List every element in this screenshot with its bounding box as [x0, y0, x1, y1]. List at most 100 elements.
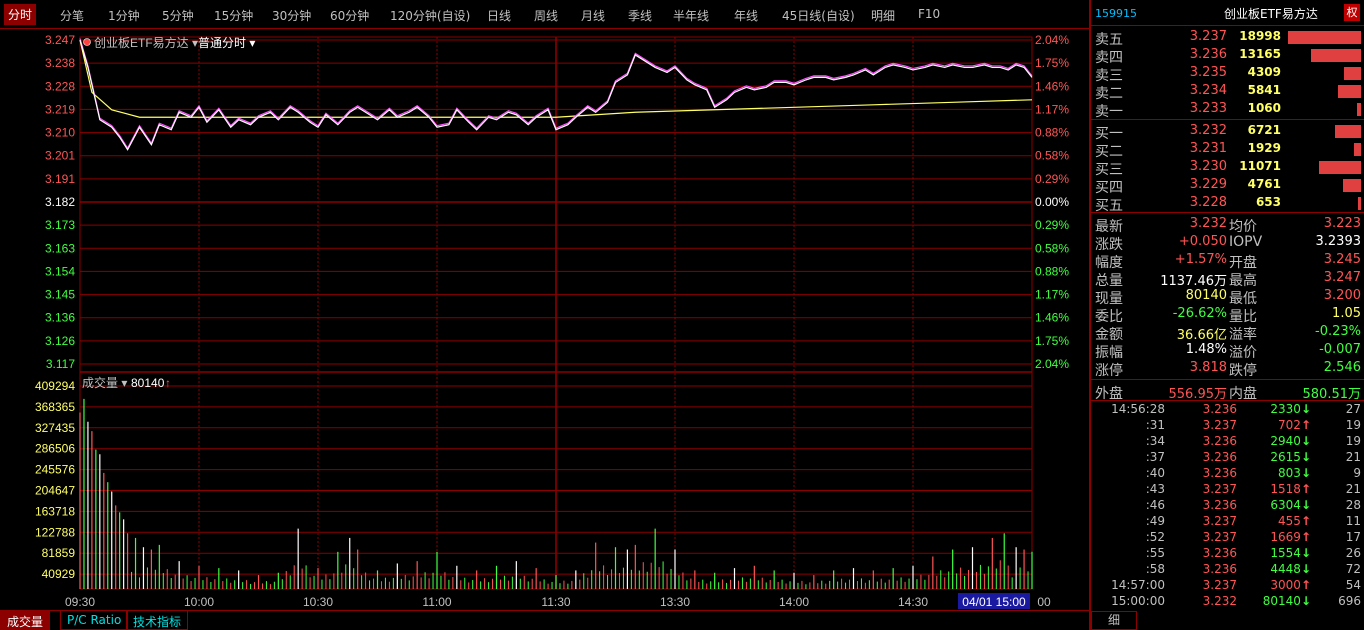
tab-2[interactable]: 1分钟 [108, 7, 140, 24]
buy-level-2[interactable]: 买三 3.230 11071 [1091, 158, 1364, 178]
sell-level-1[interactable]: 卖四 3.236 13165 [1091, 46, 1364, 66]
pct-tick-label: 1.46% [1035, 79, 1069, 93]
buy-volume: 4761 [1247, 177, 1281, 191]
tab-12[interactable]: 半年线 [673, 7, 709, 24]
tick-volume-number: 80140 [1262, 594, 1301, 608]
period-tabbar: 分时 分笔 1分钟 5分钟 15分钟 30分钟 60分钟 120分钟(自设) 日线 周线 月线 季线 半… [0, 0, 1089, 29]
tick-volume: 2330↓ [1241, 402, 1311, 416]
tick-volume: 1518↑ [1241, 482, 1311, 496]
rights-badge[interactable]: 权 [1344, 4, 1360, 21]
indicator-tab-0[interactable]: 成交量 [0, 611, 51, 630]
buy-level-3[interactable]: 买四 3.229 4761 [1091, 176, 1364, 196]
chart-mode: 普通分时 ▾ [198, 36, 255, 50]
tick-row[interactable]: :40 3.236 803↓ 9 [1091, 466, 1364, 482]
pct-tick-label: 1.75% [1035, 334, 1069, 348]
volume-tick-label: 81859 [42, 546, 76, 560]
tick-row[interactable]: :55 3.236 1554↓ 26 [1091, 546, 1364, 562]
quote-value-2: 3.200 [1323, 288, 1361, 303]
tick-row[interactable]: 15:00:00 3.232 80140↓ 696 [1091, 594, 1364, 610]
buy-price: 3.231 [1189, 141, 1227, 156]
tab-7[interactable]: 120分钟(自设) [390, 7, 470, 24]
tick-price: 3.236 [1202, 498, 1237, 512]
tick-row[interactable]: :49 3.237 455↑ 11 [1091, 514, 1364, 530]
tick-row[interactable]: 14:57:00 3.237 3000↑ 54 [1091, 578, 1364, 594]
tick-row[interactable]: :46 3.236 6304↓ 28 [1091, 498, 1364, 514]
quote-row: 幅度 +1.57% 开盘 3.245 [1091, 251, 1364, 271]
up-arrow-icon: ↑ [165, 376, 171, 390]
quote-separator [1091, 379, 1364, 380]
buy-level-1[interactable]: 买二 3.231 1929 [1091, 140, 1364, 160]
pct-tick-label: 1.17% [1035, 288, 1069, 302]
indicator-tab-1[interactable]: P/C Ratio [60, 611, 129, 630]
price-tick-label: 3.126 [45, 334, 75, 348]
tick-volume-number: 2330 [1270, 402, 1301, 416]
tab-8[interactable]: 日线 [487, 7, 511, 24]
buy-depth-bar [1318, 161, 1361, 174]
tab-4[interactable]: 15分钟 [214, 7, 253, 24]
price-tick-label: 3.201 [45, 149, 75, 163]
tab-1[interactable]: 分笔 [60, 7, 84, 24]
tick-count: 72 [1345, 562, 1361, 576]
buy-volume: 653 [1255, 195, 1281, 209]
price-tick-label: 3.145 [45, 288, 75, 302]
tab-13[interactable]: 年线 [734, 7, 758, 24]
tab-11[interactable]: 季线 [628, 7, 652, 24]
detail-tab[interactable]: 细 [1091, 611, 1137, 630]
tick-row[interactable]: :58 3.236 4448↓ 72 [1091, 562, 1364, 578]
volume-tick-label: 327435 [35, 421, 75, 435]
sell-depth-bar [1356, 103, 1361, 116]
tick-count: 28 [1345, 498, 1361, 512]
tick-row[interactable]: :37 3.236 2615↓ 21 [1091, 450, 1364, 466]
buy-price: 3.228 [1189, 195, 1227, 210]
tick-row[interactable]: 14:56:28 3.236 2330↓ 27 [1091, 402, 1364, 418]
sell-price: 3.234 [1189, 83, 1227, 98]
intraday-chart[interactable]: 3.247 2.04% 3.238 1.75% 3.228 1.46% 3.219 1.17%… [0, 29, 1089, 609]
sell-level-4[interactable]: 卖一 3.233 1060 [1091, 100, 1364, 120]
buy-depth-bar [1358, 197, 1361, 210]
tab-5[interactable]: 30分钟 [272, 7, 311, 24]
tab-16[interactable]: F10 [918, 7, 940, 21]
tick-volume: 1669↑ [1241, 530, 1311, 544]
quote-value: +1.57% [1174, 252, 1227, 267]
price-tick-label: 3.210 [45, 126, 75, 140]
sell-level-2[interactable]: 卖三 3.235 4309 [1091, 64, 1364, 84]
time-tick-label: 13:30 [660, 595, 690, 609]
sell-level-3[interactable]: 卖二 3.234 5841 [1091, 82, 1364, 102]
tick-row[interactable]: :34 3.236 2940↓ 19 [1091, 434, 1364, 450]
time-tick-label: 11:30 [541, 595, 570, 609]
tick-row[interactable]: :52 3.237 1669↑ 17 [1091, 530, 1364, 546]
buy-depth-bar [1342, 179, 1361, 192]
pct-tick-label: 1.17% [1035, 102, 1069, 116]
chart-canvas[interactable]: 3.247 2.04% 3.238 1.75% 3.228 1.46% 3.219 1.17%… [0, 29, 1089, 609]
pct-tick-label: 0.58% [1035, 241, 1069, 255]
tab-10[interactable]: 月线 [581, 7, 605, 24]
quote-row: 现量 80140 最低 3.200 [1091, 287, 1364, 307]
tab-3[interactable]: 5分钟 [162, 7, 194, 24]
tick-time: 15:00:00 [1111, 594, 1165, 608]
tab-15[interactable]: 明细 [871, 7, 895, 24]
sell-volume: 18998 [1239, 29, 1281, 43]
pct-tick-label: 0.29% [1035, 218, 1069, 232]
tick-price: 3.236 [1202, 562, 1237, 576]
indicator-tab-2[interactable]: 技术指标 [126, 611, 189, 630]
tab-6[interactable]: 60分钟 [330, 7, 369, 24]
tab-0[interactable]: 分时 [4, 4, 37, 25]
tick-row[interactable]: :43 3.237 1518↑ 21 [1091, 482, 1364, 498]
series-dot-icon [83, 38, 91, 46]
quote-value-2: 3.247 [1323, 270, 1361, 285]
time-tick-label: 10:00 [184, 595, 214, 609]
buy-level-4[interactable]: 买五 3.228 653 [1091, 194, 1364, 214]
tab-14[interactable]: 45日线(自设) [782, 7, 855, 24]
quote-key-2: IOPV [1229, 234, 1263, 250]
sell-level-0[interactable]: 卖五 3.237 18998 [1091, 28, 1364, 48]
tick-time: :34 [1145, 434, 1165, 448]
tick-volume-number: 455 [1278, 514, 1301, 528]
price-tick-label: 3.228 [45, 79, 75, 93]
quote-value-2: -0.23% [1315, 324, 1361, 339]
down-arrow-icon: ↓ [1300, 434, 1311, 448]
buy-level-0[interactable]: 买一 3.232 6721 [1091, 122, 1364, 142]
tick-volume: 6304↓ [1241, 498, 1311, 512]
sell-volume: 5841 [1247, 83, 1281, 97]
tick-row[interactable]: :31 3.237 702↑ 19 [1091, 418, 1364, 434]
tab-9[interactable]: 周线 [534, 7, 558, 24]
